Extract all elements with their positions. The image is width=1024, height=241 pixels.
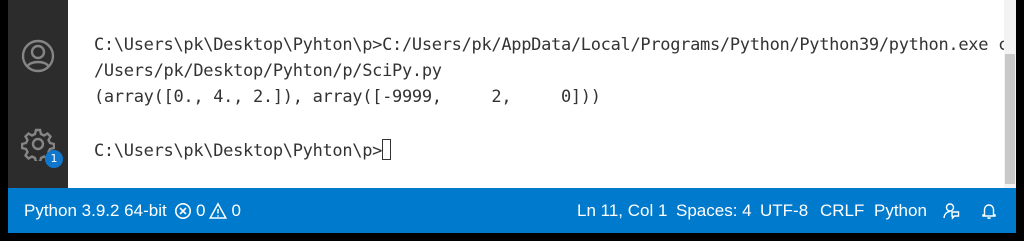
interpreter-label: Python 3.9.2 64-bit <box>24 200 167 220</box>
notifications-button[interactable] <box>980 188 998 233</box>
problems-item[interactable]: 0 0 <box>174 188 241 233</box>
terminal-cursor <box>382 139 392 160</box>
feedback-button[interactable] <box>942 188 960 233</box>
terminal-panel[interactable]: C:\Users\pk\Desktop\Pyhton\p>C:/Users/pk… <box>68 0 1018 188</box>
error-icon <box>174 202 192 220</box>
error-count: 0 <box>196 200 206 220</box>
warning-icon <box>209 201 228 220</box>
activity-bar: 1 <box>8 0 68 188</box>
vscode-window: 1 C:\Users\pk\Desktop\Pyhton\p>C:/Users/… <box>8 0 1018 233</box>
cursor-position-item[interactable]: Ln 11, Col 1 <box>577 188 667 233</box>
terminal-prompt-line: C:\Users\pk\Desktop\Pyhton\p> <box>94 138 999 164</box>
settings-badge: 1 <box>45 150 63 168</box>
eol-label: CRLF <box>820 200 865 220</box>
bell-icon <box>980 202 998 220</box>
feedback-icon <box>942 202 960 220</box>
language-mode-item[interactable]: Python <box>874 188 927 233</box>
indentation-item[interactable]: Spaces: 4 <box>676 188 752 233</box>
cursor-position: Ln 11, Col 1 <box>577 200 668 220</box>
indentation-label: Spaces: 4 <box>676 200 752 220</box>
python-interpreter-item[interactable]: Python 3.9.2 64-bit <box>24 188 167 233</box>
status-bar: Python 3.9.2 64-bit 0 0 Ln 11, Col 1 Spa… <box>8 188 1016 233</box>
terminal-line: C:\Users\pk\Desktop\Pyhton\p>C:/Users/pk… <box>94 35 1018 55</box>
account-icon[interactable] <box>20 38 56 74</box>
warning-count: 0 <box>231 200 241 220</box>
scrollbar-thumb[interactable] <box>1005 54 1015 184</box>
terminal-scrollbar[interactable] <box>1004 0 1016 188</box>
language-label: Python <box>874 200 927 220</box>
terminal-line: (array([0., 4., 2.]), array([-9999, 2, 0… <box>94 87 601 107</box>
encoding-item[interactable]: UTF-8 <box>760 188 808 233</box>
encoding-label: UTF-8 <box>760 200 809 220</box>
terminal-prompt: C:\Users\pk\Desktop\Pyhton\p> <box>94 141 383 161</box>
eol-item[interactable]: CRLF <box>820 188 864 233</box>
terminal-line: /Users/pk/Desktop/Pyhton/p/SciPy.py <box>94 61 442 81</box>
